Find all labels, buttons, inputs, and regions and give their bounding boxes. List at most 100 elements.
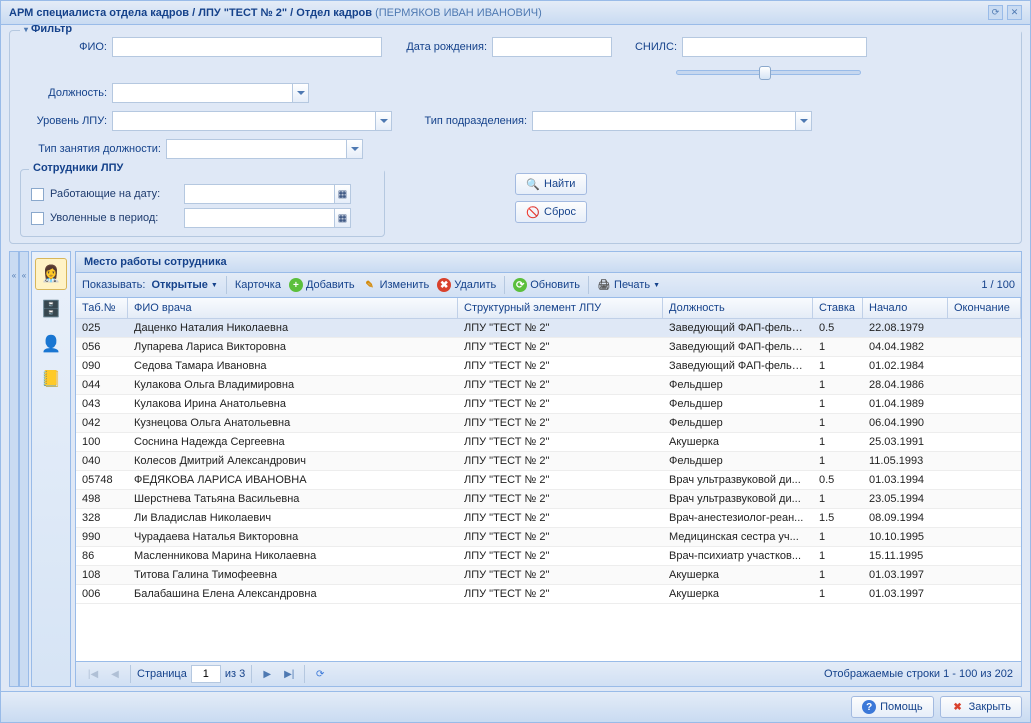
- cell: [948, 357, 1021, 375]
- snils-input[interactable]: [682, 37, 867, 57]
- table-row[interactable]: 86Масленникова Марина НиколаевнаЛПУ "ТЕС…: [76, 547, 1021, 566]
- cell: Врач ультразвуковой ди...: [663, 490, 813, 508]
- lpu-level-combo[interactable]: [112, 111, 392, 131]
- table-row[interactable]: 990Чурадаева Наталья ВикторовнаЛПУ "ТЕСТ…: [76, 528, 1021, 547]
- cell: Акушерка: [663, 566, 813, 584]
- cell: [948, 528, 1021, 546]
- calendar-icon[interactable]: ▦: [334, 184, 351, 204]
- cell: 01.03.1997: [863, 585, 948, 603]
- col-position[interactable]: Должность: [663, 298, 813, 318]
- close-window-icon[interactable]: ✕: [1007, 5, 1022, 20]
- cell: 1: [813, 566, 863, 584]
- fired-in-period-input[interactable]: ▦: [184, 208, 351, 228]
- table-row[interactable]: 328Ли Владислав НиколаевичЛПУ "ТЕСТ № 2"…: [76, 509, 1021, 528]
- help-button[interactable]: ?Помощь: [851, 696, 934, 718]
- refresh-window-icon[interactable]: ⟳: [988, 5, 1003, 20]
- print-button[interactable]: 🖨Печать▼: [595, 276, 662, 294]
- filter-legend[interactable]: Фильтр: [20, 25, 1021, 35]
- add-button[interactable]: +Добавить: [287, 276, 357, 294]
- col-tab[interactable]: Таб.№: [76, 298, 128, 318]
- col-lpu[interactable]: Структурный элемент ЛПУ: [458, 298, 663, 318]
- cell: 1: [813, 395, 863, 413]
- employment-type-combo[interactable]: [166, 139, 363, 159]
- reload-button[interactable]: ⟳: [311, 665, 329, 683]
- chevron-down-icon[interactable]: [292, 83, 309, 103]
- notebook-icon[interactable]: 📒: [35, 363, 67, 395]
- database-icon[interactable]: 🗄️: [35, 293, 67, 325]
- fired-in-period-checkbox[interactable]: [31, 212, 44, 225]
- cell: ЛПУ "ТЕСТ № 2": [458, 395, 663, 413]
- search-icon: 🔍: [526, 177, 540, 191]
- last-page-button[interactable]: ▶|: [280, 665, 298, 683]
- table-row[interactable]: 044Кулакова Ольга ВладимировнаЛПУ "ТЕСТ …: [76, 376, 1021, 395]
- division-type-combo[interactable]: [532, 111, 812, 131]
- chevron-down-icon[interactable]: [375, 111, 392, 131]
- cell: 1: [813, 547, 863, 565]
- of-label: из 3: [225, 668, 245, 680]
- working-on-date-input[interactable]: ▦: [184, 184, 351, 204]
- table-row[interactable]: 025Даценко Наталия НиколаевнаЛПУ "ТЕСТ №…: [76, 319, 1021, 338]
- page-input[interactable]: [191, 665, 221, 683]
- cell: ЛПУ "ТЕСТ № 2": [458, 585, 663, 603]
- position-combo[interactable]: [112, 83, 309, 103]
- table-row[interactable]: 498Шерстнева Татьяна ВасильевнаЛПУ "ТЕСТ…: [76, 490, 1021, 509]
- close-button[interactable]: ✖Закрыть: [940, 696, 1022, 718]
- chevron-down-icon[interactable]: [346, 139, 363, 159]
- slider-thumb[interactable]: [759, 66, 771, 80]
- card-button[interactable]: Карточка: [233, 277, 283, 293]
- birthdate-input[interactable]: [492, 37, 612, 57]
- grid-body[interactable]: 025Даценко Наталия НиколаевнаЛПУ "ТЕСТ №…: [76, 319, 1021, 661]
- fio-input[interactable]: [112, 37, 382, 57]
- col-end[interactable]: Окончание: [948, 298, 1021, 318]
- snils-slider[interactable]: [676, 65, 861, 79]
- cell: 01.04.1989: [863, 395, 948, 413]
- reset-button[interactable]: 🚫Сброс: [515, 201, 587, 223]
- cell: Кузнецова Ольга Анатольевна: [128, 414, 458, 432]
- expand-handle[interactable]: «: [19, 251, 29, 687]
- cell: 056: [76, 338, 128, 356]
- edit-button[interactable]: ✎Изменить: [361, 276, 432, 294]
- table-row[interactable]: 043Кулакова Ирина АнатольевнаЛПУ "ТЕСТ №…: [76, 395, 1021, 414]
- cell: ЛПУ "ТЕСТ № 2": [458, 319, 663, 337]
- cell: 0.5: [813, 471, 863, 489]
- person-search-icon[interactable]: 👤: [35, 328, 67, 360]
- cell: Врач-анестезиолог-реан...: [663, 509, 813, 527]
- close-icon: ✖: [951, 700, 965, 714]
- title-user: (ПЕРМЯКОВ ИВАН ИВАНОВИЧ): [375, 7, 542, 19]
- cell: [948, 490, 1021, 508]
- table-row[interactable]: 040Колесов Дмитрий АлександровичЛПУ "ТЕС…: [76, 452, 1021, 471]
- first-page-button[interactable]: |◀: [84, 665, 102, 683]
- table-row[interactable]: 090Седова Тамара ИвановнаЛПУ "ТЕСТ № 2"З…: [76, 357, 1021, 376]
- chevron-down-icon[interactable]: [795, 111, 812, 131]
- prev-page-button[interactable]: ◀: [106, 665, 124, 683]
- next-page-button[interactable]: ▶: [258, 665, 276, 683]
- working-on-date-checkbox[interactable]: [31, 188, 44, 201]
- table-row[interactable]: 05748ФЕДЯКОВА ЛАРИСА ИВАНОВНАЛПУ "ТЕСТ №…: [76, 471, 1021, 490]
- cell: ЛПУ "ТЕСТ № 2": [458, 528, 663, 546]
- main-window: АРМ специалиста отдела кадров / ЛПУ "ТЕС…: [0, 0, 1031, 723]
- window-title: АРМ специалиста отдела кадров / ЛПУ "ТЕС…: [9, 7, 542, 19]
- table-row[interactable]: 056Лупарева Лариса ВикторовнаЛПУ "ТЕСТ №…: [76, 338, 1021, 357]
- table-row[interactable]: 100Соснина Надежда СергеевнаЛПУ "ТЕСТ № …: [76, 433, 1021, 452]
- delete-button[interactable]: ✖Удалить: [435, 276, 498, 294]
- col-name[interactable]: ФИО врача: [128, 298, 458, 318]
- col-rate[interactable]: Ставка: [813, 298, 863, 318]
- pager-info: Отображаемые строки 1 - 100 из 202: [824, 668, 1013, 680]
- person-icon[interactable]: 👩‍⚕️: [35, 258, 67, 290]
- col-start[interactable]: Начало: [863, 298, 948, 318]
- refresh-button[interactable]: ⟳Обновить: [511, 276, 582, 294]
- refresh-icon: ⟳: [513, 278, 527, 292]
- window-header: АРМ специалиста отдела кадров / ЛПУ "ТЕС…: [1, 1, 1030, 25]
- cell: 08.09.1994: [863, 509, 948, 527]
- cell: 28.04.1986: [863, 376, 948, 394]
- show-value-dropdown[interactable]: Открытые▼: [149, 277, 219, 293]
- calendar-icon[interactable]: ▦: [334, 208, 351, 228]
- table-row[interactable]: 006Балабашина Елена АлександровнаЛПУ "ТЕ…: [76, 585, 1021, 604]
- cell: 1: [813, 585, 863, 603]
- table-row[interactable]: 042Кузнецова Ольга АнатольевнаЛПУ "ТЕСТ …: [76, 414, 1021, 433]
- cell: 1: [813, 433, 863, 451]
- collapse-handle[interactable]: «: [9, 251, 19, 687]
- find-button[interactable]: 🔍Найти: [515, 173, 587, 195]
- snils-label: СНИЛС:: [612, 41, 682, 53]
- table-row[interactable]: 108Титова Галина ТимофеевнаЛПУ "ТЕСТ № 2…: [76, 566, 1021, 585]
